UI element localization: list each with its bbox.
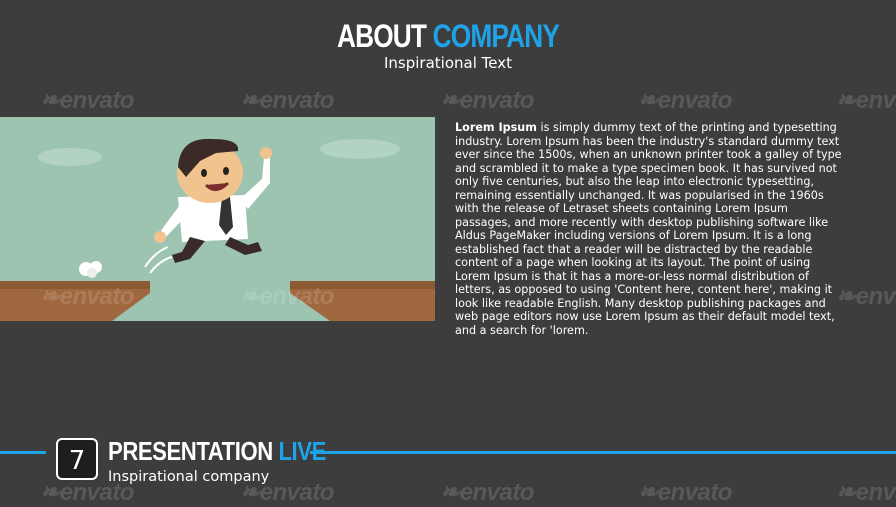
title-word-company: COMPANY	[432, 18, 560, 54]
watermark: ❧envato	[40, 283, 134, 310]
body-text: is simply dummy text of the printing and…	[455, 121, 842, 337]
watermark: ❧envato	[240, 87, 334, 114]
watermark-leaf-icon: ❧	[836, 87, 856, 114]
watermark-leaf-icon: ❧	[40, 87, 60, 114]
watermark-leaf-icon: ❧	[240, 87, 260, 114]
watermark-leaf-icon: ❧	[836, 283, 856, 310]
footer-divider-right	[310, 451, 896, 454]
footer-divider-left	[0, 451, 46, 454]
watermark-leaf-icon: ❧	[638, 87, 658, 114]
watermark: ❧envato	[638, 87, 732, 114]
watermark-leaf-icon: ❧	[836, 479, 856, 506]
footer-subtitle: Inspirational company	[108, 469, 270, 485]
page-title: ABOUT COMPANY	[81, 18, 816, 55]
watermark: ❧envato	[638, 479, 732, 506]
watermark: ❧envato	[836, 87, 896, 114]
watermark: ❧envato	[440, 479, 534, 506]
title-word-about: ABOUT	[336, 18, 427, 54]
watermark: ❧envato	[836, 479, 896, 506]
watermark: ❧envato	[240, 283, 334, 310]
watermark-leaf-icon: ❧	[40, 283, 60, 310]
watermark: ❧envato	[836, 283, 896, 310]
footer-title-word-live: LIVE	[278, 436, 326, 466]
body-lead: Lorem Ipsum	[455, 121, 537, 134]
body-paragraph: Lorem Ipsum is simply dummy text of the …	[455, 121, 847, 337]
watermark-leaf-icon: ❧	[440, 479, 460, 506]
watermark: ❧envato	[440, 87, 534, 114]
watermark-leaf-icon: ❧	[40, 479, 60, 506]
watermark-leaf-icon: ❧	[638, 479, 658, 506]
watermark: ❧envato	[40, 87, 134, 114]
page-subtitle: Inspirational Text	[384, 54, 512, 72]
footer-title-word-presentation: PRESENTATION	[108, 436, 273, 466]
footer-title: PRESENTATION LIVE	[108, 436, 326, 467]
watermark-leaf-icon: ❧	[240, 283, 260, 310]
slide-number-badge: 7	[56, 438, 98, 480]
watermark-leaf-icon: ❧	[440, 87, 460, 114]
